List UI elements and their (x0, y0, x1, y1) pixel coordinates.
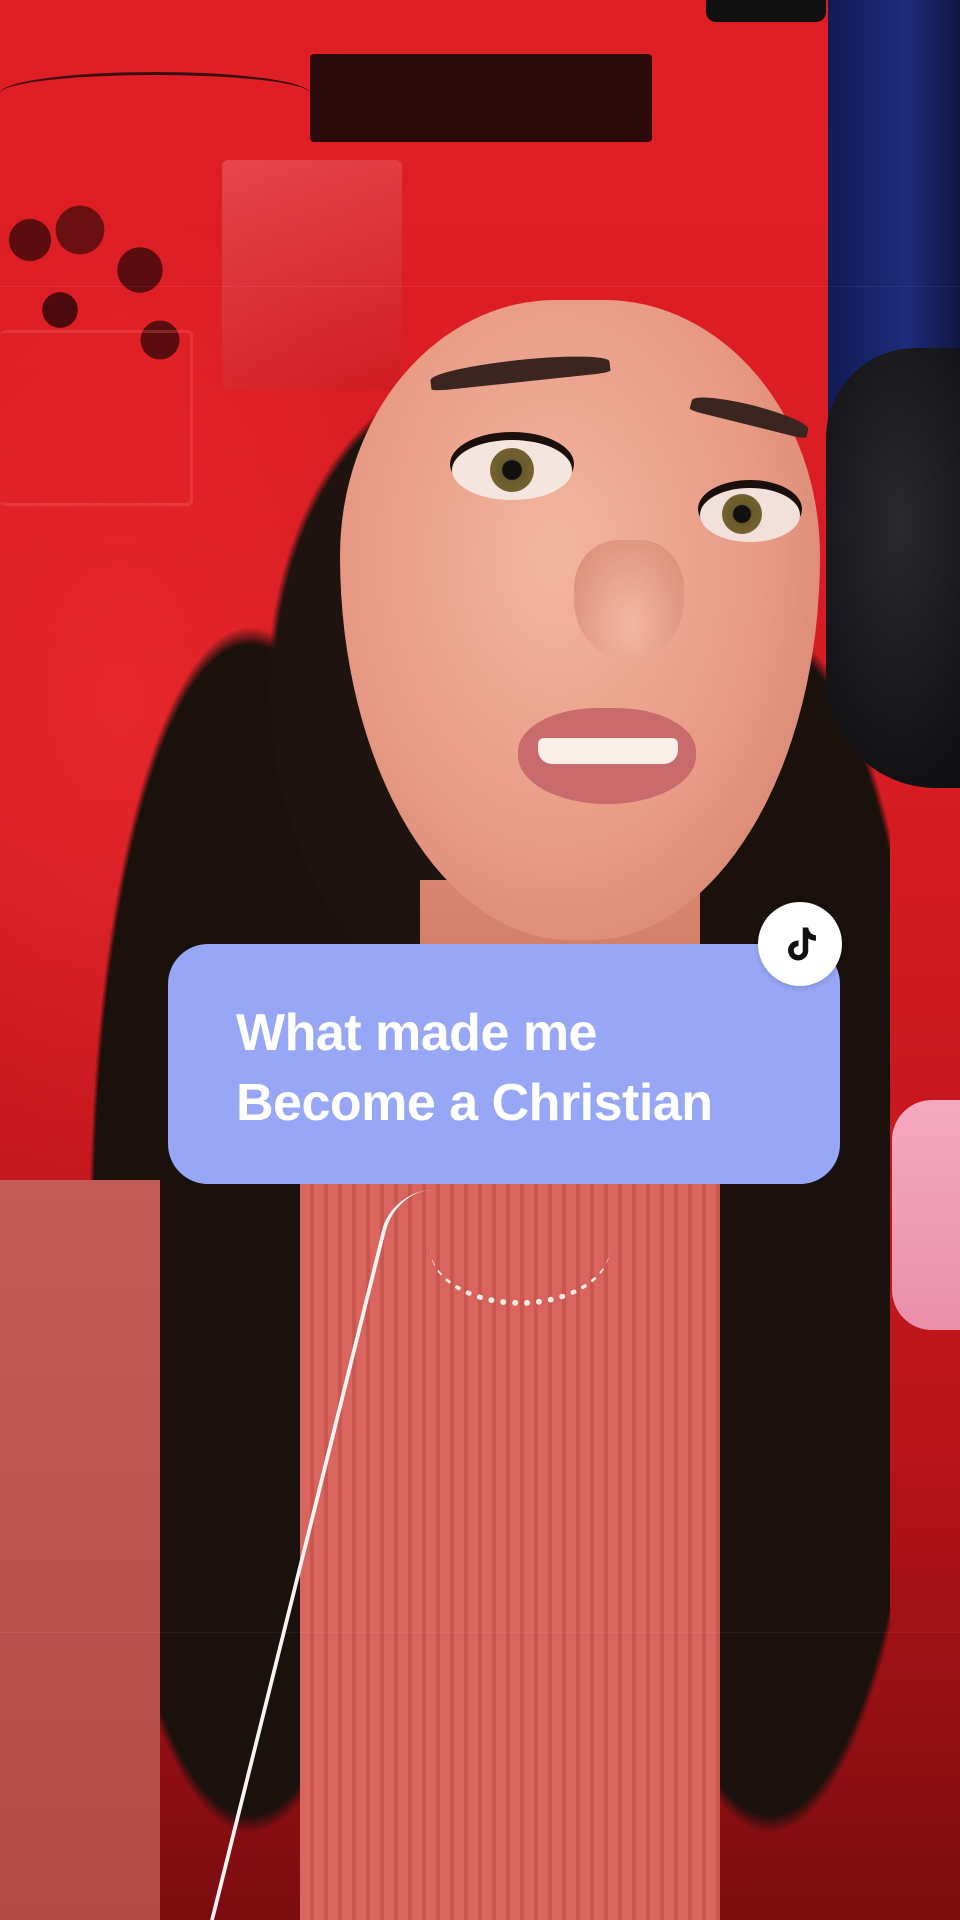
video-frame[interactable]: What made me Become a Christian (0, 0, 960, 1920)
hanging-wire (0, 72, 310, 115)
person-shoulder (0, 1180, 160, 1920)
eye-right (700, 488, 800, 542)
scan-line (0, 1632, 960, 1633)
caption-line-1: What made me (236, 1004, 597, 1062)
microphone-foam (826, 348, 960, 788)
caption-card: What made me Become a Christian (168, 944, 840, 1184)
camera-edge (706, 0, 826, 22)
caption-line-2: Become a Christian (236, 1074, 713, 1132)
nose (574, 540, 684, 660)
tiktok-badge[interactable] (758, 902, 842, 986)
scan-line (0, 286, 960, 287)
wall-panel (310, 54, 652, 142)
teeth (538, 738, 678, 764)
eye-left (452, 440, 572, 500)
tiktok-logo-icon (788, 927, 816, 961)
hand (892, 1100, 960, 1330)
